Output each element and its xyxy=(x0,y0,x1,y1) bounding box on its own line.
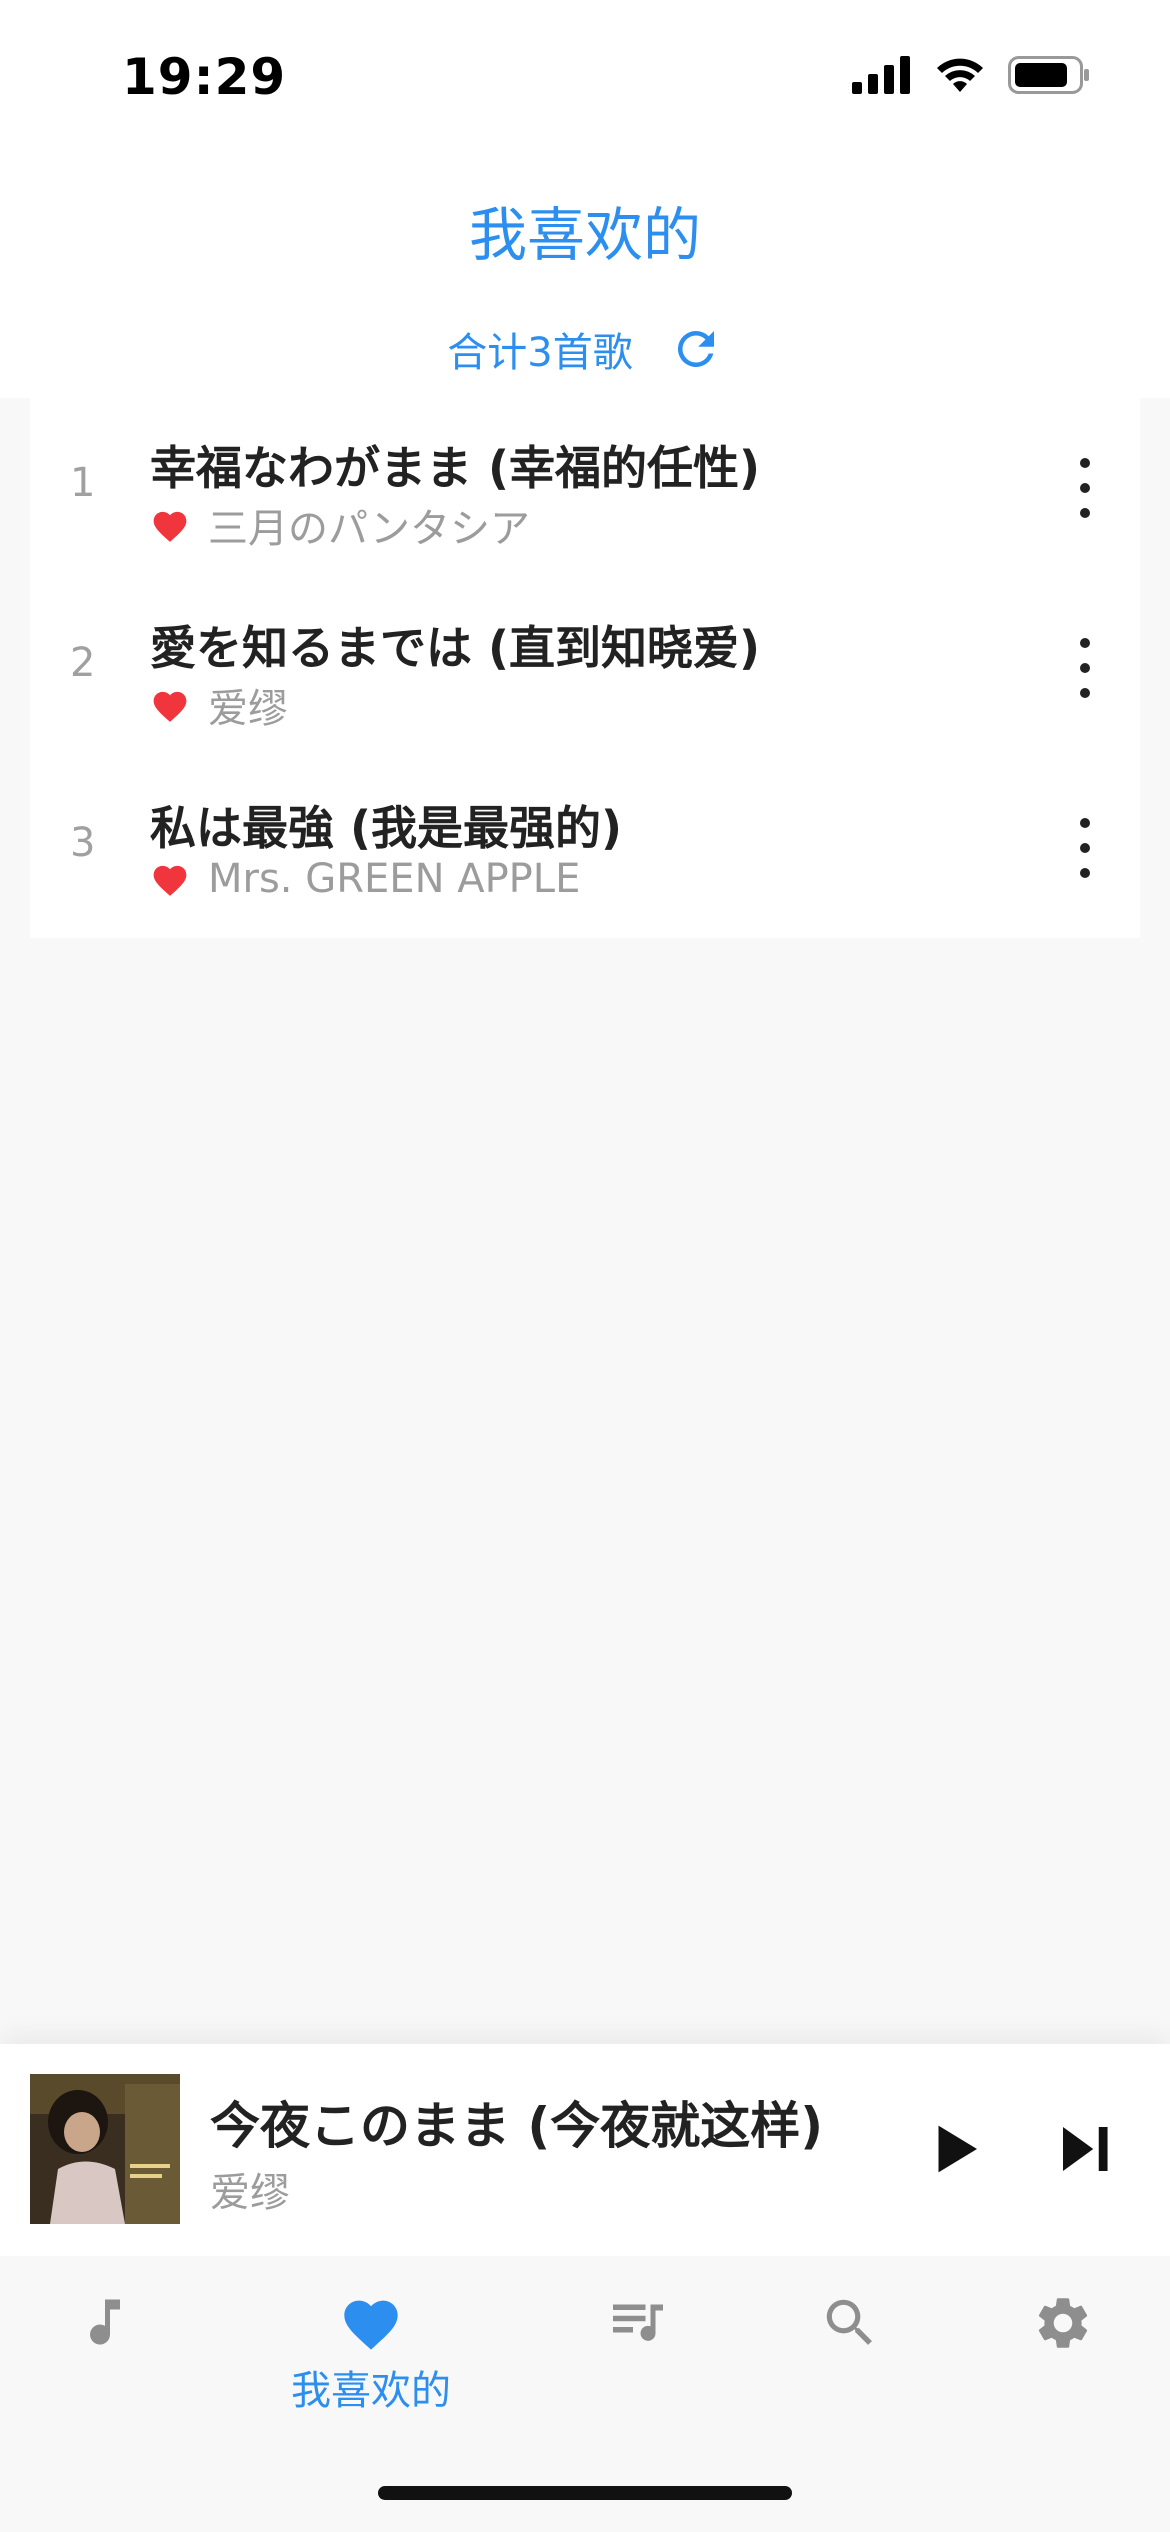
song-index: 2 xyxy=(70,640,96,686)
playlist-icon xyxy=(613,2304,663,2341)
liked-heart-icon[interactable] xyxy=(150,861,190,897)
song-subtitle: 三月のパンタシア xyxy=(150,496,530,554)
liked-heart-icon[interactable] xyxy=(150,507,190,543)
song-subtitle: 爱缪 xyxy=(150,676,288,734)
heart-icon xyxy=(344,2300,398,2350)
song-title: 私は最強 (我是最强的) xyxy=(150,801,623,855)
screen: 19:29 我喜欢的 合计3首歌 1 幸福なわがまま (幸福的任性) 三月のパン… xyxy=(0,0,1170,2532)
wifi-icon xyxy=(937,58,983,92)
status-time: 19:29 xyxy=(122,48,287,106)
music-note-icon xyxy=(90,2299,120,2345)
play-button[interactable] xyxy=(922,2116,988,2182)
summary-row: 合计3首歌 xyxy=(0,320,1170,378)
song-row[interactable]: 2 愛を知るまでは (直到知晓爱) 爱缪 xyxy=(30,578,1140,758)
song-artist: Mrs. GREEN APPLE xyxy=(208,856,581,902)
header: 我喜欢的 合计3首歌 xyxy=(0,150,1170,398)
liked-heart-icon[interactable] xyxy=(150,687,190,723)
battery-icon xyxy=(1008,56,1089,94)
home-indicator[interactable] xyxy=(378,2486,792,2500)
tab-favorites[interactable]: 我喜欢的 xyxy=(271,2256,471,2456)
skip-next-button[interactable] xyxy=(1052,2116,1118,2182)
status-icons xyxy=(852,56,1090,94)
song-list: 1 幸福なわがまま (幸福的任性) 三月のパンタシア 2 愛を知るまでは (直到… xyxy=(30,398,1140,938)
now-playing-title: 今夜このまま (今夜就这样) xyxy=(210,2097,824,2155)
more-options-button[interactable] xyxy=(1070,638,1100,698)
gear-icon xyxy=(1038,2298,1088,2348)
song-title: 幸福なわがまま (幸福的任性) xyxy=(150,441,761,495)
song-count-label: 合计3首歌 xyxy=(447,330,633,376)
song-artist: 爱缪 xyxy=(208,686,288,732)
more-options-button[interactable] xyxy=(1070,818,1100,878)
more-options-button[interactable] xyxy=(1070,458,1100,518)
tab-playlist[interactable] xyxy=(538,2256,738,2456)
refresh-icon[interactable] xyxy=(669,322,723,376)
album-art[interactable] xyxy=(30,2074,180,2224)
song-row[interactable]: 1 幸福なわがまま (幸福的任性) 三月のパンタシア xyxy=(30,398,1140,578)
search-icon xyxy=(826,2299,872,2345)
tab-search[interactable] xyxy=(750,2256,950,2456)
page-title: 我喜欢的 xyxy=(468,201,701,269)
status-bar: 19:29 xyxy=(0,0,1170,150)
tab-settings[interactable] xyxy=(963,2256,1163,2456)
song-index: 3 xyxy=(70,820,96,866)
album-art-image xyxy=(30,2074,180,2224)
song-subtitle: Mrs. GREEN APPLE xyxy=(150,856,580,902)
mini-player[interactable]: 今夜このまま (今夜就这样) 爱缪 xyxy=(0,2044,1170,2256)
song-title: 愛を知るまでは (直到知晓爱) xyxy=(150,621,761,675)
tab-songs[interactable] xyxy=(5,2256,205,2456)
song-row[interactable]: 3 私は最強 (我是最强的) Mrs. GREEN APPLE xyxy=(30,758,1140,938)
song-index: 1 xyxy=(70,460,96,506)
now-playing-artist: 爱缪 xyxy=(210,2170,290,2216)
cellular-signal-icon xyxy=(852,56,910,94)
song-artist: 三月のパンタシア xyxy=(208,506,530,552)
tab-favorites-label: 我喜欢的 xyxy=(291,2368,451,2414)
